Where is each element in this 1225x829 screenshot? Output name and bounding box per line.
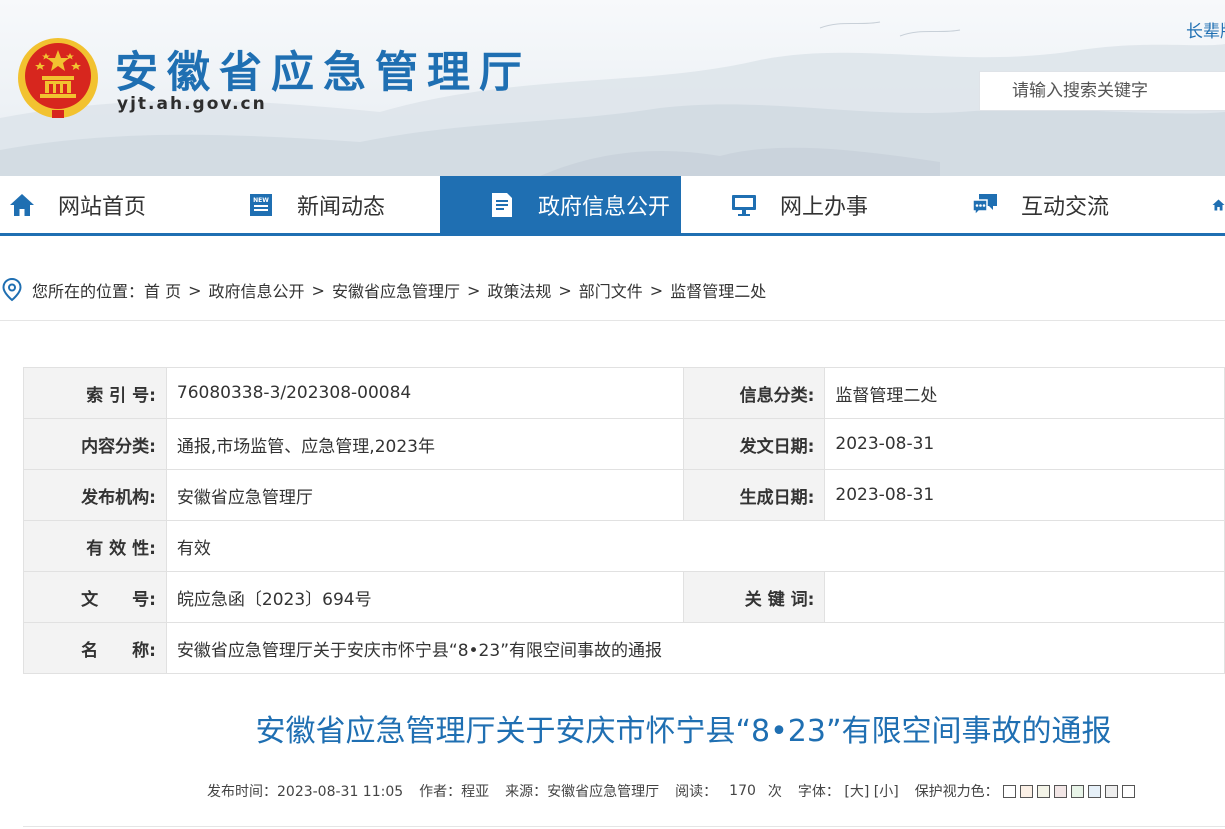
home-icon (8, 191, 36, 219)
breadcrumb-separator: > (558, 280, 572, 300)
index-no-value: 76080338-3/202308-00084 (165, 367, 684, 419)
publisher-value: 安徽省应急管理厅 (165, 469, 684, 521)
generated-date-value: 2023-08-31 (824, 469, 1225, 521)
breadcrumb-divider (0, 320, 1225, 321)
elder-version-link[interactable]: 长辈版 (1186, 17, 1225, 42)
content-category-value: 通报,市场监管、应急管理,2023年 (165, 418, 684, 470)
breadcrumb-separator: > (311, 280, 325, 300)
source: 来源：安徽省应急管理厅 (505, 784, 660, 800)
nav-item-label: 新闻动态 (297, 194, 386, 220)
eye-color-label: 保护视力色： (914, 784, 999, 800)
validity-value: 有效 (165, 520, 1225, 572)
content-divider (23, 826, 1225, 827)
breadcrumb-separator: > (649, 280, 664, 300)
name-label: 名 称: (23, 622, 167, 674)
nav-item-label: 网站首页 (58, 194, 147, 220)
site-name[interactable]: 安徽省应急管理厅 (115, 38, 531, 100)
eye-color-swatch[interactable] (1087, 784, 1101, 798)
table-row: 名 称: 安徽省应急管理厅关于安庆市怀宁县“8•23”有限空间事故的通报 (23, 622, 1225, 674)
nav-item-online-service[interactable]: 网上办事 (730, 176, 868, 233)
breadcrumb: 您所在的位置： 首 页 > 政府信息公开 > 安徽省应急管理厅 > 政策法规 >… (0, 275, 766, 305)
table-row: 索 引 号: 76080338-3/202308-00084 信息分类: 监督管… (23, 367, 1225, 419)
info-category-value: 监督管理二处 (824, 367, 1225, 419)
eye-color-swatch[interactable] (1019, 784, 1033, 798)
site-domain: yjt.ah.gov.cn (117, 94, 267, 114)
svg-text:NEW: NEW (253, 197, 269, 204)
nav-item-label: 互动交流 (1021, 194, 1110, 220)
publisher-label: 发布机构: (23, 469, 167, 521)
national-emblem-icon (18, 38, 98, 118)
chat-icon (971, 191, 999, 219)
nav-item-news[interactable]: NEW 新闻动态 (247, 176, 385, 233)
font-size-control: 字体： [大] [小] (798, 781, 899, 801)
home-icon (1212, 191, 1225, 219)
nav-item-more[interactable] (1212, 176, 1225, 233)
doc-no-label: 文 号: (23, 571, 167, 623)
reads-label: 阅读： (675, 784, 718, 800)
reads-unit: 次 (767, 784, 782, 800)
article-title: 安徽省应急管理厅关于安庆市怀宁县“8•23”有限空间事故的通报 (255, 714, 1112, 749)
table-row: 文 号: 皖应急函〔2023〕694号 关 键 词: (23, 571, 1225, 623)
validity-label: 有 效 性: (23, 520, 167, 572)
nav-underline (0, 233, 1225, 236)
breadcrumb-item[interactable]: 部门文件 (579, 278, 643, 302)
document-icon (488, 191, 516, 219)
doc-no-value: 皖应急函〔2023〕694号 (165, 571, 684, 623)
news-icon: NEW (247, 191, 275, 219)
keywords-value (824, 571, 1225, 623)
nav-item-label: 网上办事 (780, 194, 869, 220)
eye-color-swatch[interactable] (1070, 784, 1084, 798)
nav-item-label: 政府信息公开 (538, 194, 671, 220)
content-category-label: 内容分类: (23, 418, 167, 470)
location-pin-icon (2, 277, 22, 302)
eye-color-swatch[interactable] (1036, 784, 1050, 798)
document-info-table: 索 引 号: 76080338-3/202308-00084 信息分类: 监督管… (23, 367, 1225, 674)
breadcrumb-item[interactable]: 监督管理二处 (670, 278, 766, 302)
breadcrumb-item[interactable]: 首 页 (144, 278, 181, 302)
table-row: 内容分类: 通报,市场监管、应急管理,2023年 发文日期: 2023-08-3… (23, 418, 1225, 470)
eye-color-swatch[interactable] (1053, 784, 1067, 798)
index-no-label: 索 引 号: (23, 367, 167, 419)
nav-item-gov-info[interactable]: 政府信息公开 (440, 176, 681, 233)
article-meta: 发布时间：2023-08-31 11:05 作者：程亚 来源：安徽省应急管理厅 … (207, 781, 1135, 801)
author: 作者：程亚 (419, 784, 490, 800)
eye-color-swatch[interactable] (1002, 784, 1016, 798)
publish-time: 发布时间：2023-08-31 11:05 (207, 784, 404, 800)
keywords-label: 关 键 词: (682, 571, 826, 623)
name-value: 安徽省应急管理厅关于安庆市怀宁县“8•23”有限空间事故的通报 (165, 622, 1225, 674)
eye-color-swatch[interactable] (1104, 784, 1118, 798)
issue-date-label: 发文日期: (682, 418, 826, 470)
breadcrumb-prefix: 您所在的位置： (32, 282, 145, 301)
issue-date-value: 2023-08-31 (824, 418, 1225, 470)
breadcrumb-item[interactable]: 安徽省应急管理厅 (332, 278, 460, 302)
info-category-label: 信息分类: (682, 367, 826, 419)
font-size-label: 字体： (797, 784, 840, 800)
monitor-icon (730, 191, 758, 219)
breadcrumb-separator: > (188, 280, 202, 300)
nav-item-interaction[interactable]: 互动交流 (971, 176, 1109, 233)
site-header: 安徽省应急管理厅 yjt.ah.gov.cn 长辈版 (0, 0, 1225, 176)
eye-color-swatch[interactable] (1121, 784, 1135, 798)
search-input[interactable] (980, 72, 1225, 110)
breadcrumb-item[interactable]: 政府信息公开 (209, 278, 305, 302)
search-box (979, 71, 1225, 111)
table-row: 有 效 性: 有效 (23, 520, 1225, 572)
breadcrumb-item[interactable]: 政策法规 (487, 278, 551, 302)
generated-date-label: 生成日期: (682, 469, 826, 521)
table-row: 发布机构: 安徽省应急管理厅 生成日期: 2023-08-31 (23, 469, 1225, 521)
font-small-button[interactable]: [小] (874, 784, 899, 800)
eye-color-swatches (1002, 784, 1135, 798)
font-large-button[interactable]: [大] (844, 784, 869, 800)
main-nav: 网站首页 NEW 新闻动态 政府信息公开 网上办事 互动交流 (0, 176, 1225, 234)
reads-count: 170 (729, 783, 756, 799)
nav-item-home[interactable]: 网站首页 (8, 176, 146, 233)
breadcrumb-separator: > (466, 280, 481, 300)
